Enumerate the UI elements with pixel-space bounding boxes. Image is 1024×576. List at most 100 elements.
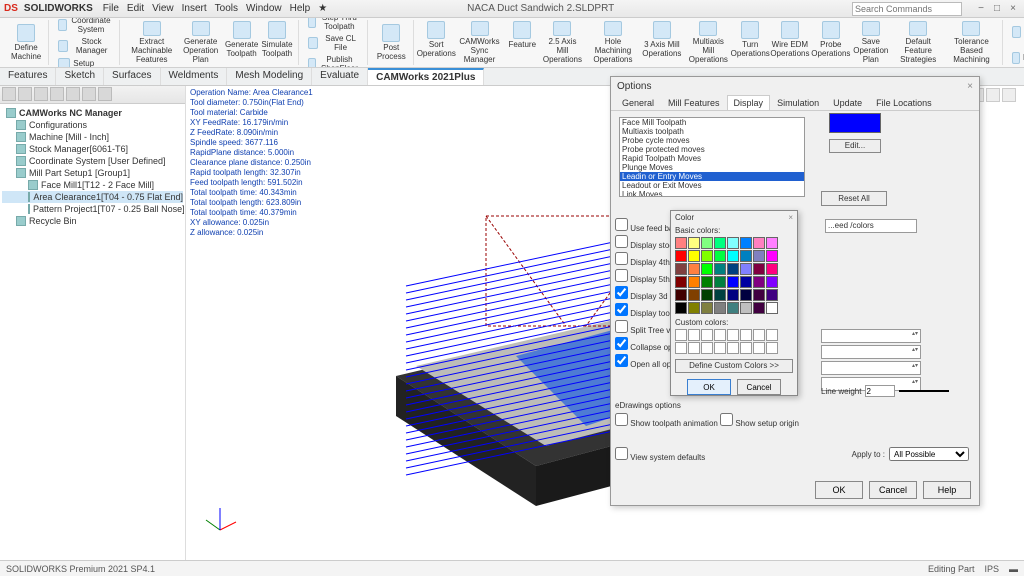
menu-view[interactable]: View (152, 3, 174, 14)
publish-shopfloor-button[interactable]: Publish ShopFloor (305, 54, 363, 69)
menu-star-icon[interactable]: ★ (318, 3, 327, 14)
speed-colors-field[interactable]: ...eed /colors (825, 219, 917, 233)
simulate-toolpath-button[interactable]: Simulate Toolpath (260, 20, 294, 65)
apply-to-select[interactable]: All Possible (889, 447, 969, 461)
custom-color-slot[interactable] (753, 329, 765, 341)
color-swatch[interactable] (766, 276, 778, 288)
ribbon-button[interactable]: Turn Operations (733, 20, 767, 65)
color-swatch[interactable] (727, 302, 739, 314)
color-swatch[interactable] (688, 289, 700, 301)
color-swatch[interactable] (675, 263, 687, 275)
color-swatch[interactable] (714, 276, 726, 288)
sidebar-tool-icon[interactable] (18, 87, 32, 101)
tab-sketch[interactable]: Sketch (56, 68, 104, 85)
move-list-item[interactable]: Leadout or Exit Moves (620, 181, 804, 190)
custom-color-slot[interactable] (701, 342, 713, 354)
custom-color-slot[interactable] (714, 342, 726, 354)
show-setup-origin-check[interactable]: Show setup origin (720, 419, 799, 428)
custom-color-slot[interactable] (675, 329, 687, 341)
color-swatch[interactable] (688, 302, 700, 314)
menu-insert[interactable]: Insert (182, 3, 207, 14)
color-swatch[interactable] (753, 263, 765, 275)
options-tab[interactable]: Mill Features (661, 95, 727, 110)
ribbon-button[interactable]: Feature (506, 20, 538, 65)
color-swatch[interactable] (727, 237, 739, 249)
options-tab[interactable]: Display (727, 95, 771, 110)
color-swatch[interactable] (740, 250, 752, 262)
menu-window[interactable]: Window (246, 3, 282, 14)
post-process-button[interactable]: Post Process (374, 23, 409, 62)
tab-features[interactable]: Features (0, 68, 56, 85)
tab-weldments[interactable]: Weldments (161, 68, 228, 85)
ribbon-button[interactable]: 2.5 Axis Mill Operations (539, 20, 585, 65)
ribbon-button-row[interactable]: Message Window (1009, 22, 1024, 42)
color-swatch[interactable] (675, 289, 687, 301)
color-swatch[interactable] (701, 237, 713, 249)
color-swatch[interactable] (753, 276, 765, 288)
close-icon[interactable]: × (1006, 2, 1020, 16)
tree-node[interactable]: Machine [Mill - Inch] (2, 131, 183, 143)
custom-color-slot[interactable] (714, 329, 726, 341)
ribbon-button[interactable]: 3 Axis Mill Operations (640, 20, 683, 65)
view-tool-icon[interactable] (986, 88, 1000, 102)
spinner-field[interactable] (821, 361, 921, 375)
options-tab[interactable]: File Locations (869, 95, 939, 110)
move-list-item[interactable]: Face Mill Toolpath (620, 118, 804, 127)
color-swatch[interactable] (701, 263, 713, 275)
color-swatch[interactable] (714, 289, 726, 301)
color-swatch[interactable] (740, 263, 752, 275)
custom-color-slot[interactable] (675, 342, 687, 354)
menu-tools[interactable]: Tools (215, 3, 238, 14)
custom-color-slot[interactable] (740, 329, 752, 341)
generate-op-plan-button[interactable]: Generate Operation Plan (178, 20, 223, 65)
view-tool-icon[interactable] (1002, 88, 1016, 102)
color-swatch[interactable] (753, 302, 765, 314)
spinner-field[interactable] (821, 345, 921, 359)
color-swatch[interactable] (714, 237, 726, 249)
color-swatch[interactable] (740, 302, 752, 314)
options-tab[interactable]: Simulation (770, 95, 826, 110)
extract-features-button[interactable]: Extract Machinable Features (126, 20, 177, 65)
spinner-field[interactable] (821, 329, 921, 343)
color-swatch[interactable] (675, 250, 687, 262)
line-weight-input[interactable] (865, 385, 895, 397)
options-close-icon[interactable]: × (967, 81, 973, 92)
view-system-defaults-check[interactable]: View system defaults (615, 447, 705, 462)
menu-edit[interactable]: Edit (127, 3, 144, 14)
ribbon-button[interactable]: Multiaxis Mill Operations (684, 20, 732, 65)
color-swatch[interactable] (701, 276, 713, 288)
custom-color-slot[interactable] (701, 329, 713, 341)
color-close-icon[interactable]: × (788, 213, 793, 222)
ribbon-button[interactable]: Save Operation Plan (850, 20, 892, 65)
color-swatch[interactable] (727, 289, 739, 301)
move-list-item[interactable]: Probe cycle moves (620, 136, 804, 145)
move-list-item[interactable]: Link Moves (620, 190, 804, 197)
options-tab[interactable]: General (615, 95, 661, 110)
tab-mesh-modeling[interactable]: Mesh Modeling (227, 68, 312, 85)
tree-node[interactable]: Area Clearance1[T04 - 0.75 Flat End] (2, 191, 183, 203)
color-swatch[interactable] (701, 289, 713, 301)
color-swatch[interactable] (688, 250, 700, 262)
color-cancel-button[interactable]: Cancel (737, 379, 781, 395)
ribbon-button[interactable]: CAMWorks Sync Manager (454, 20, 505, 65)
color-swatch[interactable] (766, 250, 778, 262)
color-swatch[interactable] (766, 289, 778, 301)
menu-help[interactable]: Help (290, 3, 311, 14)
color-swatch[interactable] (740, 289, 752, 301)
color-swatch[interactable] (727, 250, 739, 262)
generate-toolpath-button[interactable]: Generate Toolpath (224, 20, 259, 65)
ribbon-button-row[interactable]: User Defined Tool/Holder (1009, 18, 1024, 21)
custom-color-slot[interactable] (688, 329, 700, 341)
maximize-icon[interactable]: □ (990, 2, 1004, 16)
reset-all-button[interactable]: Reset All (821, 191, 887, 206)
color-swatch[interactable] (714, 302, 726, 314)
custom-color-slot[interactable] (766, 329, 778, 341)
step-thru-button[interactable]: Step Thru Toolpath (305, 18, 363, 32)
ribbon-button[interactable]: Default Feature Strategies (893, 20, 944, 65)
save-cl-button[interactable]: Save CL File (305, 33, 363, 53)
stock-manager-button[interactable]: Stock Manager (55, 36, 115, 56)
color-swatch[interactable] (753, 250, 765, 262)
custom-color-slot[interactable] (727, 329, 739, 341)
color-swatch[interactable] (753, 289, 765, 301)
options-help-button[interactable]: Help (923, 481, 971, 499)
